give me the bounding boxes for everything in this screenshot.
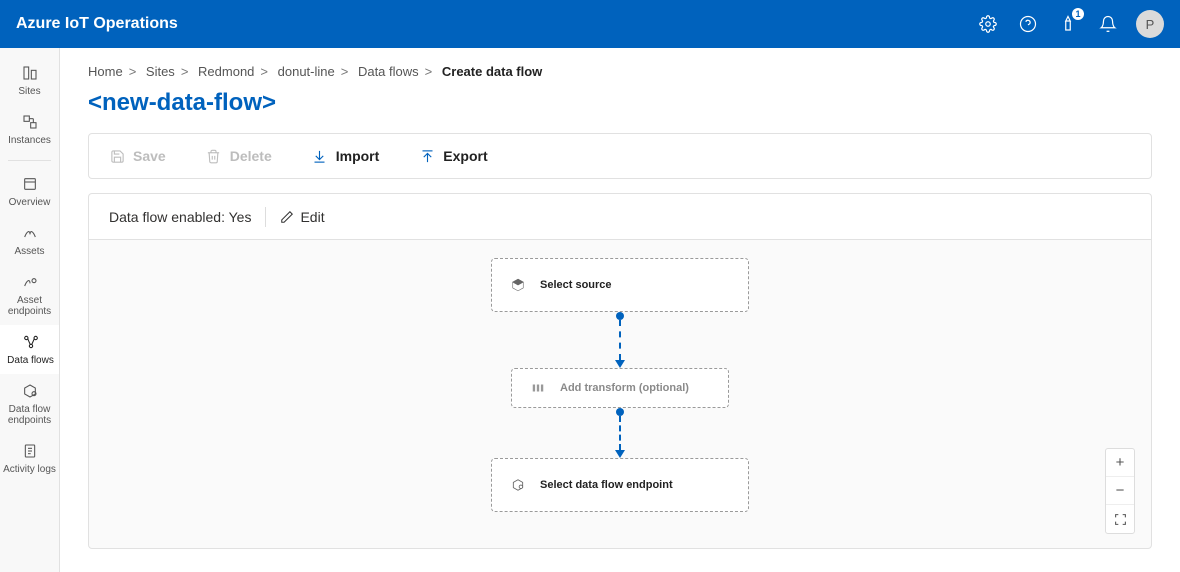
sidebar-item-data-flows[interactable]: Data flows	[0, 325, 59, 374]
toolbar: Save Delete Import Export	[88, 133, 1152, 179]
page-title: <new-data-flow>	[88, 89, 1152, 117]
activity-logs-icon	[21, 442, 39, 460]
asset-endpoints-icon	[21, 273, 39, 291]
zoom-in-button[interactable]: +	[1106, 449, 1134, 477]
overview-icon	[21, 175, 39, 193]
import-icon	[312, 148, 328, 164]
settings-icon[interactable]	[968, 0, 1008, 48]
avatar[interactable]: P	[1136, 10, 1164, 38]
data-flow-endpoints-icon	[21, 382, 39, 400]
edit-button[interactable]: Edit	[280, 209, 324, 225]
sidebar-item-instances[interactable]: Instances	[0, 105, 59, 154]
sidebar-item-sites[interactable]: Sites	[0, 56, 59, 105]
breadcrumb-link[interactable]: donut-line	[278, 64, 335, 79]
save-icon	[109, 148, 125, 164]
assets-icon	[21, 224, 39, 242]
fit-icon	[1114, 513, 1127, 526]
save-button[interactable]: Save	[109, 148, 166, 164]
sidebar-item-overview[interactable]: Overview	[0, 167, 59, 216]
sidebar-item-label: Overview	[9, 197, 51, 208]
sidebar-item-asset-endpoints[interactable]: Asset endpoints	[0, 265, 59, 325]
breadcrumb-current: Create data flow	[442, 64, 542, 79]
sidebar-item-label: Activity logs	[3, 464, 56, 475]
sidebar-item-data-flow-endpoints[interactable]: Data flow endpoints	[0, 374, 59, 434]
app-header: Azure IoT Operations 1 P	[0, 0, 1180, 48]
app-title: Azure IoT Operations	[16, 15, 178, 33]
zoom-fit-button[interactable]	[1106, 505, 1134, 533]
export-icon	[419, 148, 435, 164]
breadcrumb-link[interactable]: Home	[88, 64, 123, 79]
select-source-node[interactable]: Select source	[491, 258, 749, 312]
data-flows-icon	[22, 333, 40, 351]
select-endpoint-node[interactable]: Select data flow endpoint	[491, 458, 749, 512]
breadcrumb-link[interactable]: Sites	[146, 64, 175, 79]
edit-icon	[280, 210, 294, 224]
breadcrumb-link[interactable]: Redmond	[198, 64, 254, 79]
transform-icon	[530, 381, 546, 395]
sidebar-item-activity-logs[interactable]: Activity logs	[0, 434, 59, 483]
zoom-controls: + −	[1105, 448, 1135, 534]
main-content: Home> Sites> Redmond> donut-line> Data f…	[60, 48, 1180, 572]
sidebar-item-label: Assets	[14, 246, 44, 257]
flow-canvas[interactable]: Select source Add transform (optional) S…	[88, 239, 1152, 549]
sidebar-item-label: Instances	[8, 135, 51, 146]
breadcrumb: Home> Sites> Redmond> donut-line> Data f…	[88, 64, 1152, 79]
feedback-icon[interactable]: 1	[1048, 0, 1088, 48]
instances-icon	[21, 113, 39, 131]
help-icon[interactable]	[1008, 0, 1048, 48]
sidebar-item-label: Sites	[18, 86, 40, 97]
endpoint-icon	[510, 478, 526, 492]
sidebar-item-assets[interactable]: Assets	[0, 216, 59, 265]
breadcrumb-link[interactable]: Data flows	[358, 64, 419, 79]
add-transform-node[interactable]: Add transform (optional)	[511, 368, 729, 408]
notifications-icon[interactable]	[1088, 0, 1128, 48]
status-text: Data flow enabled: Yes	[109, 209, 251, 225]
export-button[interactable]: Export	[419, 148, 487, 164]
import-button[interactable]: Import	[312, 148, 380, 164]
cube-icon	[510, 278, 526, 292]
delete-button[interactable]: Delete	[206, 148, 272, 164]
zoom-out-button[interactable]: −	[1106, 477, 1134, 505]
sidebar-item-label: Data flows	[7, 355, 54, 366]
delete-icon	[206, 148, 222, 164]
status-bar: Data flow enabled: Yes Edit	[88, 193, 1152, 239]
feedback-badge: 1	[1072, 8, 1084, 20]
sidebar-item-label: Data flow endpoints	[2, 404, 57, 426]
sidebar-item-label: Asset endpoints	[2, 295, 57, 317]
sites-icon	[21, 64, 39, 82]
sidebar: Sites Instances Overview Assets Asset en…	[0, 48, 60, 572]
